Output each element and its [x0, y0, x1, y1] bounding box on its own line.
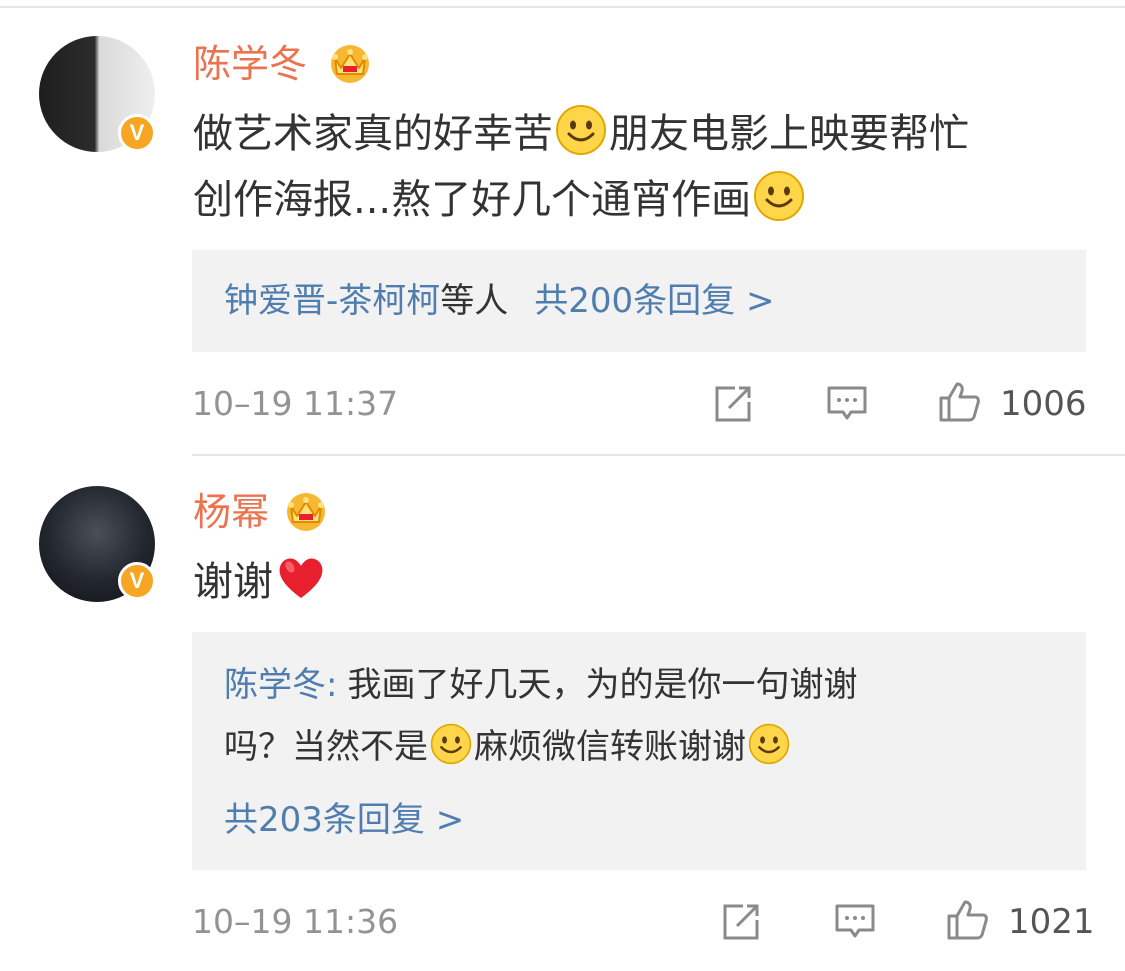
reply-line: 陈学冬: 我画了好几天，为的是你一句谢谢: [224, 655, 857, 715]
crown-icon: [283, 488, 329, 532]
comment-text-part: 创作海报...熬了好几个通宵作画: [193, 177, 752, 223]
share-icon[interactable]: [719, 900, 763, 944]
like-count: 1006: [1000, 384, 1087, 424]
comment-icon[interactable]: [833, 900, 877, 944]
share-icon[interactable]: [711, 382, 755, 426]
like-icon[interactable]: [945, 898, 989, 942]
view-replies-link[interactable]: 共203条回复 >: [224, 800, 464, 840]
smile-emoji-icon: [555, 104, 607, 156]
reply-text: 麻烦微信转账谢谢: [474, 727, 746, 767]
comment-content: 做艺术家真的好幸苦 朋友电影上映要帮忙: [193, 104, 969, 162]
comment-text-part: 谢谢: [193, 559, 273, 605]
comment-content-line2: 创作海报...熬了好几个通宵作画: [193, 170, 807, 228]
crown-icon: [327, 40, 373, 84]
reply-line: 吗？当然不是 麻烦微信转账谢谢: [224, 717, 792, 777]
smile-emoji-icon: [748, 723, 790, 765]
heart-emoji-icon: [275, 552, 327, 604]
reply-names-suffix: 等人: [440, 281, 509, 321]
comment-timestamp: 10–19 11:36: [192, 902, 399, 941]
reply-summary[interactable]: 钟爱晋-茶柯柯等人 共200条回复 >: [224, 271, 774, 331]
view-replies-row: 共203条回复 >: [224, 790, 464, 850]
view-replies-link[interactable]: 共200条回复 >: [534, 281, 774, 321]
comment-author[interactable]: 陈学冬: [193, 40, 307, 88]
verified-badge-icon: V: [118, 114, 156, 152]
verified-badge-letter: V: [129, 120, 145, 145]
like-icon[interactable]: [937, 380, 981, 424]
reply-text: 吗？当然不是: [224, 727, 428, 767]
comment-author[interactable]: 杨幂: [193, 488, 269, 536]
top-divider: [0, 6, 1125, 8]
smile-emoji-icon: [430, 723, 472, 765]
comment-text-part: 朋友电影上映要帮忙: [609, 111, 969, 157]
comment-icon[interactable]: [825, 382, 869, 426]
smile-emoji-icon: [753, 170, 805, 222]
reply-text: 我画了好几天，为的是你一句谢谢: [347, 665, 858, 705]
reply-names-link[interactable]: 钟爱晋-茶柯柯: [224, 281, 440, 321]
verified-badge-letter: V: [129, 568, 145, 593]
reply-author-link[interactable]: 陈学冬:: [224, 665, 337, 705]
comment-content: 谢谢: [193, 552, 329, 610]
comment-divider: [192, 454, 1125, 456]
comment-text-part: 做艺术家真的好幸苦: [193, 111, 553, 157]
comment-timestamp: 10–19 11:37: [192, 384, 399, 423]
like-count: 1021: [1008, 902, 1095, 942]
verified-badge-icon: V: [118, 562, 156, 600]
